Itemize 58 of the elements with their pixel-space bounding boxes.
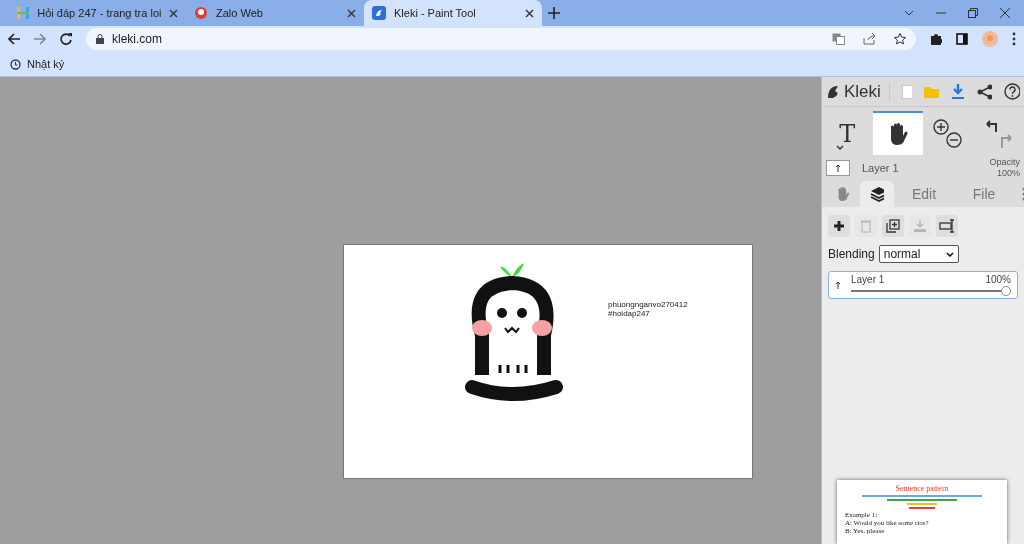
tool-button[interactable]: T bbox=[822, 111, 873, 155]
close-icon[interactable] bbox=[1000, 8, 1010, 18]
back-icon[interactable] bbox=[8, 33, 20, 45]
layer-name: Layer 1 bbox=[851, 274, 885, 285]
duplicate-icon bbox=[886, 219, 900, 233]
browser-tab[interactable]: Zalo Web bbox=[186, 0, 364, 26]
history-icon bbox=[10, 58, 21, 70]
help-icon[interactable] bbox=[1003, 83, 1020, 100]
browser-tab[interactable]: Hỏi đáp 247 - trang tra loi bbox=[8, 0, 186, 26]
opacity-value: 100% bbox=[985, 274, 1011, 285]
browser-tab[interactable]: Kleki - Paint Tool bbox=[364, 0, 542, 26]
side-panel-icon[interactable] bbox=[956, 33, 968, 45]
opacity-label: Opacity 100% bbox=[989, 157, 1020, 179]
zoom-icons bbox=[932, 118, 965, 150]
merge-down-icon bbox=[913, 219, 927, 233]
bookmark-link[interactable]: Nhật ký bbox=[10, 58, 65, 70]
forward-icon[interactable] bbox=[34, 33, 46, 45]
app-logo: Kleki bbox=[826, 81, 890, 102]
rename-icon bbox=[939, 219, 955, 233]
new-tab-icon[interactable] bbox=[548, 7, 560, 19]
tool-label: T bbox=[839, 120, 856, 148]
chevron-down-icon[interactable] bbox=[904, 10, 914, 16]
share-icon[interactable] bbox=[976, 83, 992, 100]
star-icon[interactable] bbox=[894, 33, 906, 45]
layer-thumbnail bbox=[826, 160, 850, 176]
blending-select[interactable]: normal bbox=[878, 245, 959, 263]
layers-icon bbox=[870, 185, 884, 203]
drawing-canvas[interactable]: phuongnganvo270412 #hoidap247 bbox=[343, 244, 753, 479]
translate-icon[interactable] bbox=[832, 33, 845, 45]
reload-icon[interactable] bbox=[60, 33, 72, 45]
address-bar[interactable]: kleki.com bbox=[86, 28, 916, 50]
caret-icon bbox=[945, 251, 954, 257]
restore-icon[interactable] bbox=[968, 8, 978, 18]
close-icon[interactable] bbox=[525, 8, 534, 18]
layer-item[interactable]: Layer 1 100% bbox=[828, 271, 1018, 299]
arrow-up-icon bbox=[835, 280, 841, 290]
more-icon[interactable] bbox=[1012, 32, 1016, 46]
tool-button[interactable] bbox=[872, 111, 923, 155]
undo-redo-icons bbox=[983, 118, 1014, 150]
preview-title: Sentence pattern bbox=[894, 484, 950, 493]
layer-action-button[interactable] bbox=[882, 215, 904, 237]
letter-h-icon bbox=[16, 6, 30, 20]
layer-name: Layer 1 bbox=[862, 162, 899, 174]
lock-icon bbox=[96, 34, 104, 44]
trash-icon bbox=[861, 219, 871, 233]
plus-icon bbox=[833, 220, 845, 232]
layer-action-button[interactable] bbox=[936, 215, 958, 237]
slider-thumb[interactable] bbox=[1001, 286, 1011, 296]
close-icon[interactable] bbox=[169, 8, 178, 18]
share-icon[interactable] bbox=[863, 33, 876, 45]
caret-icon bbox=[836, 145, 844, 151]
close-icon[interactable] bbox=[347, 8, 356, 18]
blending-label: Blending bbox=[828, 247, 875, 261]
hand-icon bbox=[836, 184, 850, 204]
canvas-text: phuongnganvo270412 #hoidap247 bbox=[608, 299, 688, 320]
panel-tab[interactable] bbox=[860, 181, 894, 207]
download-icon[interactable] bbox=[951, 84, 965, 99]
layer-action-button[interactable] bbox=[828, 215, 850, 237]
